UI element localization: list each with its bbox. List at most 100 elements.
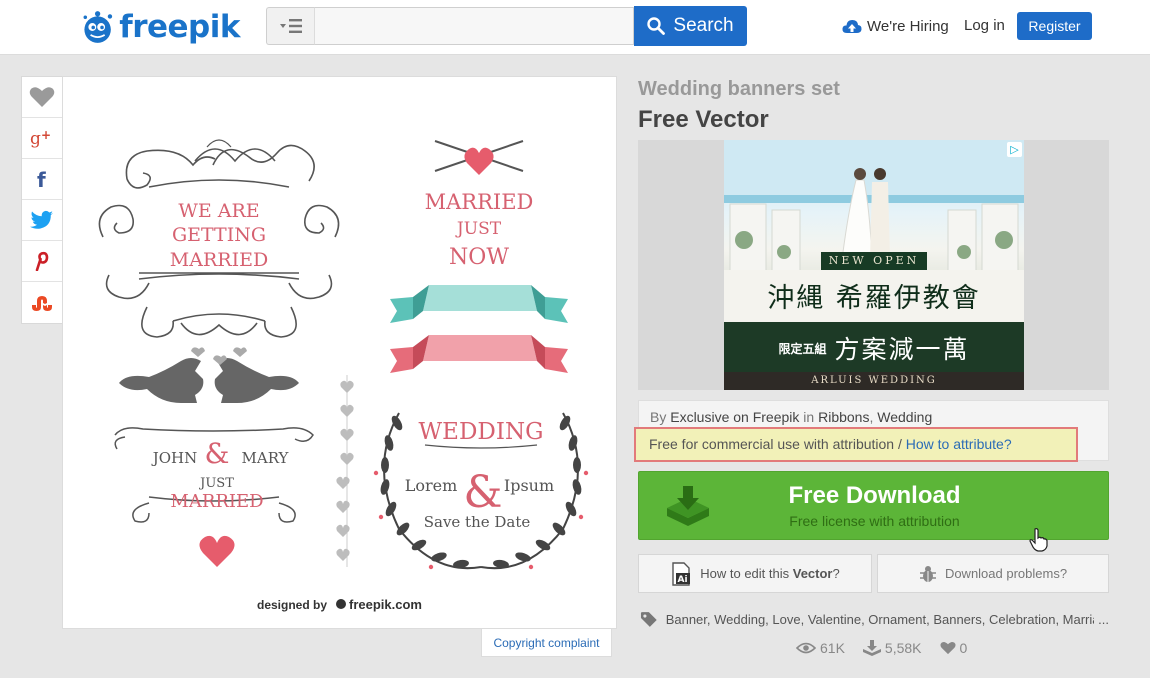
hamburger-icon: [279, 19, 302, 33]
were-hiring-label: We're Hiring: [867, 17, 949, 35]
hearts-vine: [336, 375, 354, 567]
resource-stats: 61K 5,58K 0: [796, 638, 967, 658]
more-tags[interactable]: ...: [1098, 612, 1109, 627]
tag-list[interactable]: Banner, Wedding, Love, Valentine, Orname…: [666, 612, 1094, 627]
name-right: MARY: [242, 449, 290, 467]
designed-by-brand: freepik.com: [349, 597, 422, 612]
pinterest-icon: [35, 251, 49, 271]
names-ampersand: &: [205, 437, 230, 470]
resource-preview-image[interactable]: WE ARE GETTING MARRIED MARRIED JUST NOW: [62, 76, 617, 629]
download-problems-button[interactable]: Download problems?: [877, 554, 1109, 593]
svg-text:+: +: [41, 128, 51, 142]
author-line: By Exclusive on Freepik in Ribbons, Wedd…: [650, 409, 932, 425]
getting-married-line-3: MARRIED: [170, 249, 268, 271]
ad-headline: 沖縄 希羅伊教會: [767, 283, 981, 314]
resource-title: Wedding banners set: [638, 78, 840, 100]
category-link-wedding[interactable]: Wedding: [877, 409, 932, 425]
getting-married-line-1: WE ARE: [178, 200, 259, 222]
bug-icon: [919, 565, 936, 582]
downloads-count: 5,58K: [884, 640, 922, 656]
stumbleupon-icon: [32, 295, 52, 311]
designed-by-label: designed by: [257, 598, 327, 612]
bottom-heart: [199, 535, 235, 567]
likes-count: 0: [959, 640, 968, 656]
ad-brand: ARLUIS WEDDING: [724, 372, 1024, 390]
names-married: MARRIED: [170, 491, 263, 512]
share-twitter-button[interactable]: [22, 200, 62, 241]
ad-offer-small: 限定五組: [778, 341, 827, 356]
share-stumbleupon-button[interactable]: [22, 282, 62, 323]
author-link[interactable]: Exclusive on Freepik: [670, 409, 799, 425]
logo-text: freepik: [119, 9, 240, 45]
download-problems-label: Download problems?: [944, 566, 1068, 581]
category-separator: ,: [869, 409, 874, 425]
freepik-mascot-icon: [83, 11, 113, 43]
arrow-heart-ornament: [434, 140, 524, 175]
search-button[interactable]: Search: [634, 6, 747, 46]
tag-icon: [640, 612, 657, 627]
wreath-title: WEDDING: [419, 419, 544, 445]
resource-type: Free Vector: [638, 106, 769, 133]
search-icon: [647, 17, 666, 35]
eye-icon: [796, 642, 816, 654]
share-facebook-button[interactable]: f: [22, 159, 62, 200]
ad-new-open: NEW OPEN: [821, 252, 927, 270]
cloud-upload-icon: [842, 20, 862, 33]
wreath-subtitle: Save the Date: [424, 513, 531, 531]
names-just: JUST: [198, 476, 234, 491]
wreath-ampersand: &: [463, 467, 502, 518]
free-download-subtitle: Free license with attribution: [789, 513, 960, 529]
tags-row: Banner, Wedding, Love, Valentine, Orname…: [640, 609, 1109, 629]
svg-text:g: g: [30, 129, 41, 148]
freepik-logo[interactable]: freepik: [80, 6, 240, 48]
search-button-label: Search: [673, 15, 734, 36]
illustrator-file-icon: Ai: [672, 561, 691, 586]
share-sidebar: g + f: [21, 76, 63, 324]
register-button[interactable]: Register: [1017, 12, 1092, 40]
how-to-edit-label: How to edit this Vector?: [700, 566, 840, 581]
facebook-icon: f: [37, 169, 46, 189]
google-plus-icon: g +: [30, 128, 51, 148]
ad-offer: 限定五組 方案減一萬: [724, 330, 1024, 366]
like-button[interactable]: [22, 77, 62, 118]
copyright-complaint-link[interactable]: Copyright complaint: [481, 629, 612, 657]
advertisement-banner[interactable]: ▷ NEW OPEN 沖縄 希羅伊教會 限定五組 方案減一萬 ARLUIS WED…: [724, 140, 1024, 390]
foxes-ornament: [119, 347, 299, 403]
license-text: Free for commercial use with attribution…: [649, 436, 902, 452]
married-just-now-line-1: MARRIED: [425, 190, 534, 214]
wreath-left: Lorem: [405, 476, 458, 495]
by-prefix: By: [650, 409, 667, 425]
login-link[interactable]: Log in: [964, 14, 1005, 38]
heart-icon: [29, 87, 55, 107]
free-download-title: Free Download: [788, 482, 961, 509]
twitter-icon: [30, 210, 53, 229]
share-google-plus-button[interactable]: g +: [22, 118, 62, 159]
married-just-now-line-2: JUST: [455, 219, 502, 239]
married-just-now-line-3: NOW: [449, 245, 509, 270]
ad-offer-big: 方案減一萬: [834, 335, 970, 364]
search-input[interactable]: [314, 7, 634, 45]
wreath-right: Ipsum: [504, 476, 554, 495]
share-pinterest-button[interactable]: [22, 241, 62, 282]
license-notice: Free for commercial use with attribution…: [634, 427, 1078, 462]
wedding-banners-illustration: WE ARE GETTING MARRIED MARRIED JUST NOW: [98, 139, 589, 612]
teal-ribbon: [390, 285, 568, 323]
category-link-ribbons[interactable]: Ribbons: [818, 409, 869, 425]
hand-cursor-icon: [1029, 528, 1048, 552]
top-bar: freepik Search We're Hiring Log in Regis…: [0, 0, 1150, 55]
getting-married-line-2: GETTING: [172, 224, 266, 246]
how-to-edit-button[interactable]: Ai How to edit this Vector?: [638, 554, 872, 593]
svg-text:Ai: Ai: [678, 575, 688, 585]
adchoices-icon[interactable]: ▷: [1007, 142, 1022, 157]
category-menu-button[interactable]: [266, 7, 314, 45]
name-left: JOHN: [151, 449, 198, 467]
in-label: in: [803, 409, 815, 425]
svg-text:f: f: [37, 169, 46, 189]
heart-count-icon: [939, 641, 956, 655]
pink-ribbon: [390, 335, 568, 373]
how-to-attribute-link[interactable]: How to attribute?: [906, 436, 1012, 452]
freepik-small-logo-icon: [336, 599, 346, 609]
views-count: 61K: [820, 640, 845, 656]
download-count-icon: [862, 640, 881, 656]
were-hiring-link[interactable]: We're Hiring: [842, 14, 949, 38]
